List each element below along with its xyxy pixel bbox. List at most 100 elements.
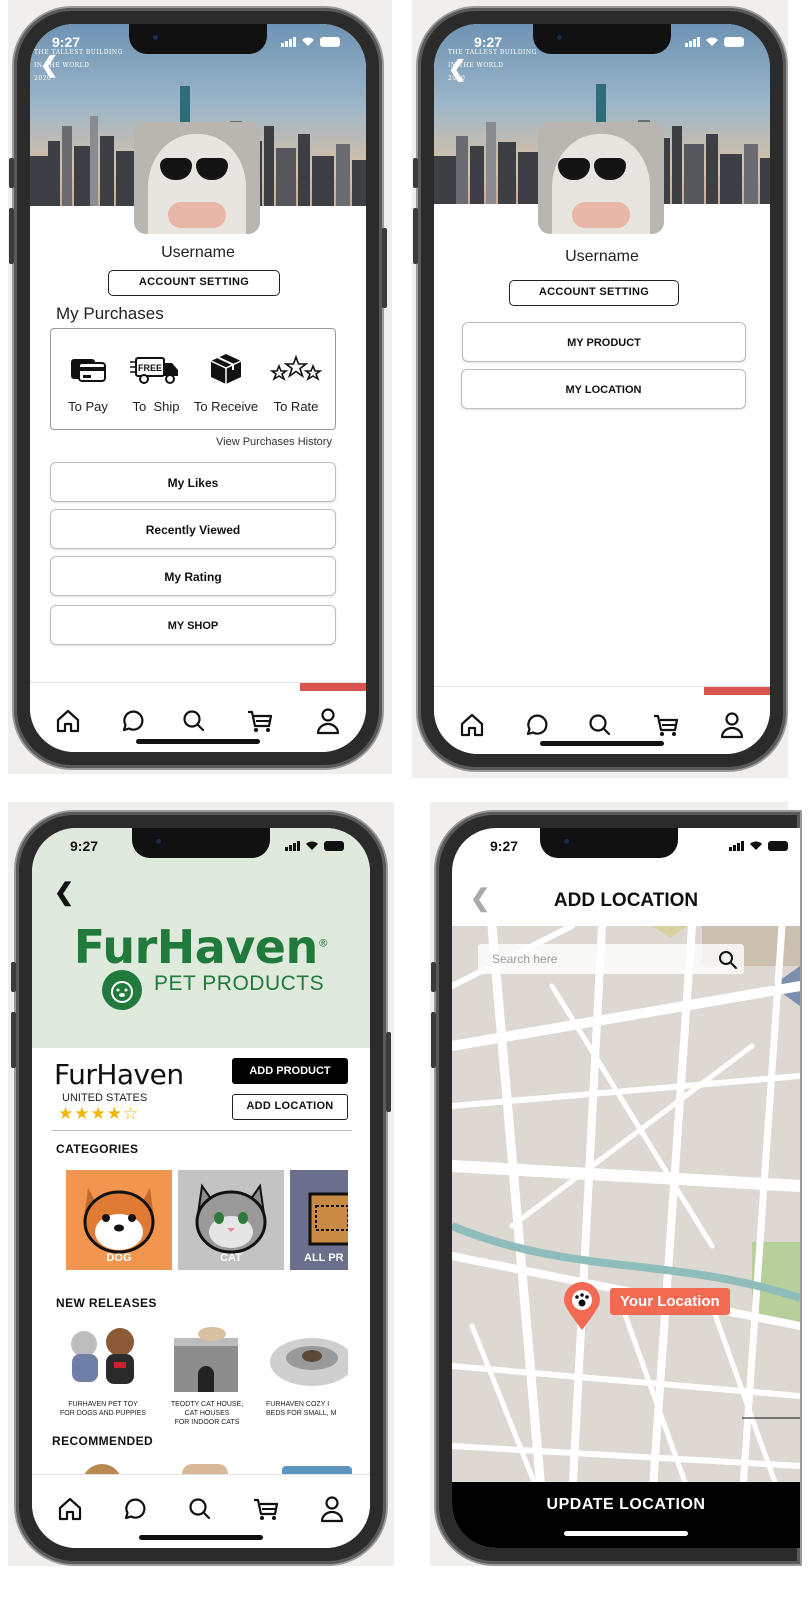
side-button (431, 962, 436, 992)
store-rating: ★★★★☆ (58, 1104, 140, 1123)
tab-chat[interactable] (518, 707, 554, 743)
dog-face-icon (111, 981, 133, 1003)
back-button[interactable]: ❮ (54, 878, 74, 907)
map-view[interactable]: Search here Your Location (452, 926, 800, 1502)
home-indicator[interactable] (139, 1535, 263, 1540)
side-button (382, 228, 387, 308)
product-name-line: FOR DOGS AND PUPPIES (60, 1410, 146, 1417)
to-rate-button[interactable]: To Rate (261, 351, 331, 414)
product-name-line: FURHAVEN COZY I (266, 1401, 330, 1408)
recently-viewed-button[interactable]: Recently Viewed (50, 509, 336, 549)
tab-search[interactable] (182, 1491, 218, 1527)
my-product-button[interactable]: MY PRODUCT (462, 322, 746, 362)
to-ship-button[interactable]: FREE To Ship (121, 351, 191, 414)
camera (561, 837, 571, 846)
tab-home[interactable] (454, 707, 490, 743)
recommended-item[interactable] (182, 1464, 228, 1474)
back-button[interactable]: ❮ (448, 56, 466, 82)
tab-cart[interactable] (242, 703, 278, 739)
account-setting-button[interactable]: ACCOUNT SETTING (509, 280, 679, 306)
product-card[interactable]: FURHAVEN PET TOY FOR DOGS AND PUPPIES (58, 1322, 148, 1418)
recommended-item[interactable] (282, 1466, 352, 1474)
profile-icon (316, 708, 340, 735)
product-name-line: TEODTY CAT HOUSE, (170, 1401, 244, 1408)
add-product-button[interactable]: ADD PRODUCT (232, 1058, 348, 1084)
view-purchases-history-link[interactable]: View Purchases History (216, 436, 332, 448)
tab-search[interactable] (582, 707, 618, 743)
my-likes-button[interactable]: My Likes (50, 462, 336, 502)
cat-house-image (174, 1327, 238, 1392)
side-button (9, 158, 14, 188)
screen: 9:27 ❮ ADD LOCATION Search here Your Loc… (452, 828, 800, 1548)
battery-icon (724, 37, 744, 47)
username: Username (565, 248, 639, 265)
chat-icon (122, 710, 144, 732)
notch (129, 24, 267, 54)
to-receive-button[interactable]: To Receive (191, 351, 261, 414)
icon-wrap (53, 351, 123, 387)
to-ship-label: To Ship (132, 399, 180, 414)
account-setting-button[interactable]: ACCOUNT SETTING (108, 270, 280, 296)
home-indicator[interactable] (540, 741, 664, 746)
product-card[interactable]: TEODTY CAT HOUSE, CAT HOUSES FOR INDOOR … (162, 1322, 252, 1427)
wifi-icon (306, 841, 318, 850)
tab-chat[interactable] (116, 1491, 152, 1527)
status-time: 9:27 (70, 838, 99, 854)
tab-home[interactable] (52, 1491, 88, 1527)
icon-wrap (191, 351, 261, 387)
tab-cart[interactable] (648, 707, 684, 743)
active-tab-indicator (704, 687, 770, 695)
store-country: UNITED STATES (62, 1092, 148, 1104)
status-icons (285, 840, 344, 851)
map-search-input[interactable]: Search here (478, 944, 744, 974)
tab-cart[interactable] (248, 1491, 284, 1527)
back-button[interactable]: ❮ (470, 884, 490, 913)
update-location-button[interactable]: UPDATE LOCATION (452, 1482, 800, 1548)
to-pay-label: To Pay (68, 399, 108, 414)
notch (533, 24, 671, 54)
product-card[interactable]: FURHAVEN COZY I BEDS FOR SMALL, M (266, 1322, 348, 1418)
my-rating-button[interactable]: My Rating (50, 556, 336, 596)
location-pin-icon[interactable] (562, 1282, 602, 1332)
search-icon[interactable] (718, 950, 738, 970)
status-icons (729, 840, 788, 851)
avatar[interactable] (134, 122, 260, 234)
wifi-icon (706, 37, 718, 46)
status-icons (685, 36, 744, 47)
recommended-item[interactable] (82, 1464, 122, 1474)
signal-icon (285, 840, 300, 851)
chat-icon (526, 714, 548, 736)
my-location-button[interactable]: MY LOCATION (461, 369, 746, 409)
plush-toys-image (71, 1328, 134, 1384)
tab-search[interactable] (176, 703, 212, 739)
product-image (162, 1322, 252, 1396)
home-indicator[interactable] (136, 739, 260, 744)
icon-wrap: FREE (121, 351, 191, 387)
side-button (11, 1012, 16, 1068)
chat-icon (124, 1498, 146, 1520)
pet-bed-image (270, 1338, 348, 1386)
my-shop-button[interactable]: MY SHOP (50, 605, 336, 645)
product-name-line: CAT HOUSES (184, 1410, 230, 1417)
tab-profile[interactable] (310, 703, 346, 739)
tab-profile[interactable] (714, 707, 750, 743)
home-indicator[interactable] (564, 1531, 688, 1536)
wifi-icon (750, 841, 762, 850)
brand-seal-icon (102, 970, 142, 1010)
product-name: FURHAVEN COZY I BEDS FOR SMALL, M (266, 1400, 348, 1418)
wallet-icon (71, 359, 106, 382)
search-icon (589, 714, 611, 736)
screen: 9:27 THE TALLEST BUILDING IN THE WORLD 2… (30, 24, 366, 752)
category-cat[interactable]: CAT (178, 1170, 284, 1270)
category-dog[interactable]: DOG (66, 1170, 172, 1270)
back-button[interactable]: ❮ (40, 52, 58, 78)
to-pay-button[interactable]: To Pay (53, 351, 123, 414)
tab-profile[interactable] (314, 1491, 350, 1527)
phone-shop: 9:27 ❮ FurHaven® PET PRODUCTS FurHaven U… (11, 812, 391, 1564)
tab-chat[interactable] (114, 703, 150, 739)
category-all-products[interactable]: ALL PR (290, 1170, 348, 1270)
add-location-button[interactable]: ADD LOCATION (232, 1094, 348, 1120)
street-map (452, 926, 800, 1502)
avatar[interactable] (538, 122, 664, 234)
tab-home[interactable] (50, 703, 86, 739)
